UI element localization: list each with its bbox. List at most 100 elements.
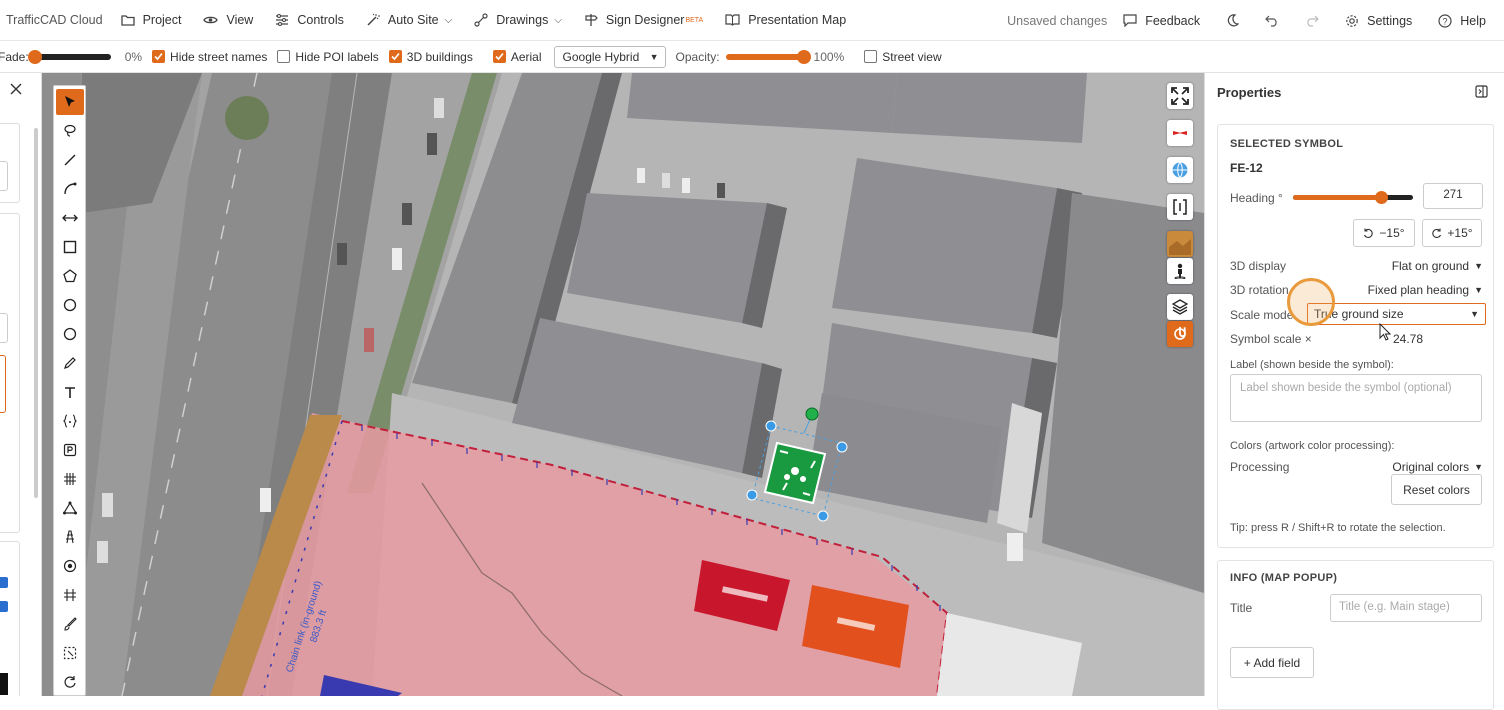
rectangle-tool-button[interactable] bbox=[56, 234, 84, 260]
circle-tool-button[interactable] bbox=[56, 292, 84, 318]
redo-button[interactable] bbox=[1305, 15, 1319, 27]
3d-display-select[interactable]: Flat on ground ▼ bbox=[1392, 259, 1483, 273]
settings-button[interactable]: Settings bbox=[1345, 14, 1412, 28]
fade-slider-handle[interactable] bbox=[27, 49, 42, 64]
measure-tool-button[interactable] bbox=[56, 205, 84, 231]
heading-input[interactable]: 271 bbox=[1423, 183, 1483, 209]
gear-icon bbox=[1346, 14, 1358, 27]
marquee-tool-button[interactable] bbox=[56, 640, 84, 666]
parking-sign-icon bbox=[63, 443, 77, 457]
resize-handle[interactable] bbox=[765, 420, 777, 432]
menu-presentation-map[interactable]: Presentation Map bbox=[725, 13, 846, 27]
checkbox-checked-icon[interactable] bbox=[0, 601, 8, 612]
reset-colors-label: Reset colors bbox=[1403, 482, 1470, 497]
frame-view-button[interactable] bbox=[1167, 194, 1193, 220]
fullscreen-button[interactable] bbox=[1167, 83, 1193, 109]
resize-handle[interactable] bbox=[817, 510, 829, 522]
rotate-cw-icon bbox=[1432, 228, 1442, 238]
heading-slider-fill bbox=[1293, 195, 1381, 200]
brush-tool-button[interactable] bbox=[56, 611, 84, 637]
panel-scrollbar[interactable] bbox=[34, 128, 38, 498]
opacity-slider[interactable] bbox=[725, 49, 811, 64]
symbol-label-input[interactable]: Label shown beside the symbol (optional) bbox=[1230, 374, 1482, 422]
checkbox-checked-icon[interactable] bbox=[0, 577, 8, 588]
map-provider-select[interactable]: Google Hybrid ▼ bbox=[553, 45, 666, 68]
menu-auto-site-label: Auto Site bbox=[387, 13, 439, 27]
bracket-frame-icon bbox=[1173, 199, 1187, 215]
opacity-value: 100% bbox=[813, 49, 845, 64]
undo-button[interactable] bbox=[1265, 15, 1279, 27]
menu-project[interactable]: Project bbox=[120, 13, 181, 27]
feedback-button[interactable]: Feedback bbox=[1123, 14, 1200, 28]
text-tool-button[interactable] bbox=[56, 379, 84, 405]
map-canvas[interactable]: Chain link (in-ground) 883.3 ft bbox=[42, 73, 1204, 696]
basemap-thumbnail-button[interactable] bbox=[1167, 231, 1193, 257]
menu-drawings[interactable]: Drawings ⌵ bbox=[474, 13, 562, 27]
parking-tool-button[interactable] bbox=[56, 437, 84, 463]
ellipse-tool-button[interactable] bbox=[56, 321, 84, 347]
panel-field[interactable] bbox=[0, 161, 8, 191]
variable-tool-button[interactable] bbox=[56, 408, 84, 434]
rotate-minus-15-button[interactable]: −15° bbox=[1353, 219, 1415, 247]
hide-street-names-checkbox[interactable]: Hide street names bbox=[152, 50, 267, 64]
fade-slider[interactable] bbox=[27, 49, 111, 64]
collapse-panel-button[interactable] bbox=[1475, 85, 1488, 101]
pentagon-icon bbox=[63, 269, 77, 283]
book-open-icon bbox=[725, 14, 740, 26]
layers-button[interactable] bbox=[1167, 294, 1193, 320]
menu-view[interactable]: View bbox=[203, 13, 253, 27]
compass-button[interactable] bbox=[1167, 120, 1193, 146]
checkbox-unchecked-icon bbox=[864, 50, 878, 63]
menu-presentation-map-label: Presentation Map bbox=[748, 13, 847, 27]
rotate-handle[interactable] bbox=[805, 407, 819, 421]
square-icon bbox=[63, 240, 77, 254]
globe-view-button[interactable] bbox=[1167, 157, 1193, 183]
processing-select[interactable]: Original colors ▼ bbox=[1392, 460, 1483, 474]
street-view-pegman-button[interactable] bbox=[1167, 258, 1193, 284]
3d-rotation-select[interactable]: Fixed plan heading ▼ bbox=[1368, 283, 1483, 297]
close-panel-button[interactable] bbox=[10, 83, 22, 98]
selected-symbol-card: SELECTED SYMBOL FE-12 Heading ° 271 −15°… bbox=[1217, 124, 1494, 548]
fade-label: Fade: bbox=[0, 49, 29, 64]
menu-auto-site[interactable]: Auto Site ⌵ bbox=[366, 13, 452, 27]
rotate-tip: Tip: press R / Shift+R to rotate the sel… bbox=[1230, 522, 1446, 534]
rail-tool-button[interactable] bbox=[56, 582, 84, 608]
menu-sign-designer[interactable]: Sign Designer BETA bbox=[584, 13, 703, 27]
add-field-button[interactable]: + Add field bbox=[1230, 647, 1314, 678]
panel-field-active[interactable] bbox=[0, 355, 6, 413]
arc-tool-button[interactable] bbox=[56, 176, 84, 202]
dark-mode-toggle[interactable] bbox=[1226, 14, 1240, 27]
hide-poi-labels-checkbox[interactable]: Hide POI labels bbox=[277, 50, 379, 64]
pencil-tool-button[interactable] bbox=[56, 350, 84, 376]
snap-toggle-button[interactable] bbox=[1167, 321, 1193, 347]
heading-slider-handle[interactable] bbox=[1375, 191, 1388, 204]
node-tool-button[interactable] bbox=[56, 495, 84, 521]
grid-tool-button[interactable] bbox=[56, 466, 84, 492]
barrier-tool-button[interactable] bbox=[56, 524, 84, 550]
polygon-tool-button[interactable] bbox=[56, 263, 84, 289]
rotate-tool-button[interactable] bbox=[56, 669, 84, 695]
select-tool-button[interactable] bbox=[56, 89, 84, 115]
resize-handle[interactable] bbox=[836, 441, 848, 453]
street-view-checkbox[interactable]: Street view bbox=[864, 50, 942, 64]
symbol-scale-value[interactable]: 24.78 bbox=[1393, 332, 1423, 346]
resize-handle[interactable] bbox=[746, 489, 758, 501]
target-icon bbox=[63, 559, 77, 573]
help-button[interactable]: ? Help bbox=[1438, 14, 1486, 28]
text-icon bbox=[65, 386, 75, 398]
rotate-plus-15-button[interactable]: +15° bbox=[1422, 219, 1482, 247]
menu-controls[interactable]: Controls bbox=[275, 13, 344, 27]
mouse-pointer-icon bbox=[1379, 323, 1391, 341]
reset-colors-button[interactable]: Reset colors bbox=[1391, 474, 1482, 505]
info-title-input[interactable]: Title (e.g. Main stage) bbox=[1330, 594, 1482, 622]
opacity-slider-handle[interactable] bbox=[796, 49, 811, 64]
point-tool-button[interactable] bbox=[56, 553, 84, 579]
aerial-map-view[interactable]: Chain link (in-ground) 883.3 ft bbox=[42, 73, 1204, 696]
aerial-checkbox[interactable]: Aerial bbox=[492, 50, 542, 64]
color-swatch[interactable] bbox=[0, 673, 8, 695]
line-tool-button[interactable] bbox=[56, 147, 84, 173]
3d-buildings-checkbox[interactable]: 3D buildings bbox=[388, 50, 473, 64]
heading-slider[interactable] bbox=[1293, 191, 1413, 204]
panel-field[interactable] bbox=[0, 313, 8, 343]
lasso-tool-button[interactable] bbox=[56, 118, 84, 144]
